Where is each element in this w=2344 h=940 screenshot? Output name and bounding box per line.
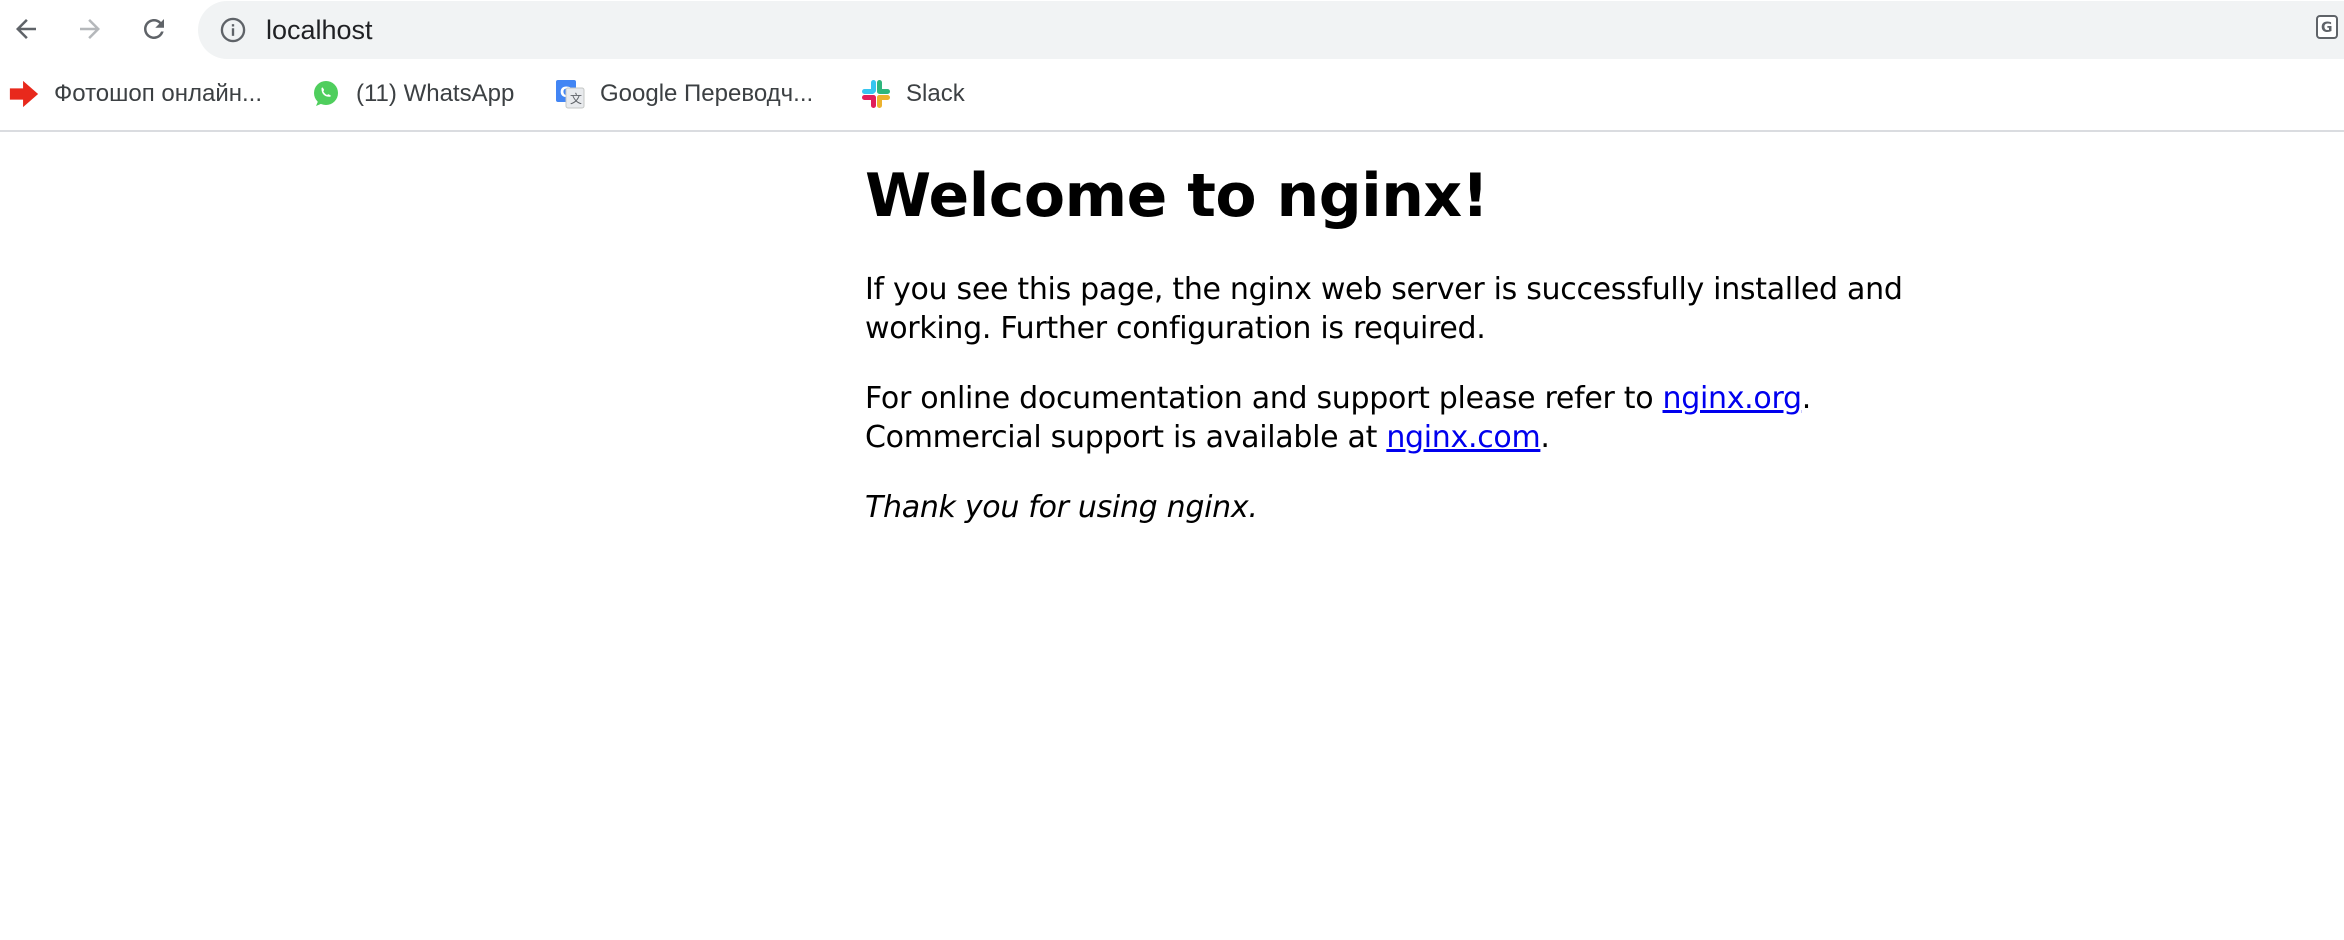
url-text[interactable]: localhost <box>266 13 373 47</box>
reload-icon <box>144 19 164 39</box>
svg-text:文: 文 <box>570 91 582 106</box>
bookmarks-bar: Фотошоп онлайн... (11) WhatsApp G 文 Goog… <box>0 60 2344 132</box>
bookmark-label: (11) WhatsApp <box>356 80 515 107</box>
doc-text: For online documentation and support ple… <box>865 381 1663 416</box>
bookmark-label: Slack <box>906 80 965 107</box>
red-arrow-icon <box>8 78 40 110</box>
browser-toolbar: localhost G <box>0 0 2344 60</box>
address-bar[interactable]: localhost <box>198 1 2344 59</box>
documentation-paragraph: For online documentation and support ple… <box>865 379 1965 457</box>
bookmark-label: Google Переводч... <box>600 80 814 107</box>
arrow-right-icon <box>80 19 100 39</box>
doc-period: . <box>1801 381 1812 416</box>
reload-button[interactable] <box>134 9 174 49</box>
bookmark-label: Фотошоп онлайн... <box>54 80 263 107</box>
translate-extension-icon[interactable]: G <box>2316 14 2344 44</box>
info-icon <box>220 17 246 43</box>
google-translate-icon: G 文 <box>554 78 586 110</box>
whatsapp-icon <box>310 78 342 110</box>
bookmark-google-translate[interactable]: G 文 Google Переводч... <box>554 74 813 114</box>
nginx-org-link[interactable]: nginx.org <box>1663 381 1803 416</box>
nginx-com-link[interactable]: nginx.com <box>1386 420 1540 455</box>
thanks-paragraph: Thank you for using nginx. <box>865 488 1965 527</box>
forward-button[interactable] <box>70 9 110 49</box>
site-info-button[interactable] <box>218 15 248 45</box>
page-content: Welcome to nginx! If you see this page, … <box>865 160 1965 558</box>
page-title: Welcome to nginx! <box>865 161 1489 231</box>
commercial-text: Commercial support is available at <box>865 420 1387 455</box>
thanks-text: Thank you for using nginx. <box>865 490 1258 525</box>
commercial-period: . <box>1540 420 1550 455</box>
bookmark-slack[interactable]: Slack <box>860 74 965 114</box>
back-button[interactable] <box>6 9 46 49</box>
bookmark-whatsapp[interactable]: (11) WhatsApp <box>310 74 514 114</box>
google-translate-icon: G <box>2316 15 2338 39</box>
svg-text:G: G <box>2321 20 2333 36</box>
arrow-left-icon <box>16 19 36 39</box>
intro-paragraph: If you see this page, the nginx web serv… <box>865 272 1903 346</box>
slack-icon <box>860 78 892 110</box>
bookmark-photoshop[interactable]: Фотошоп онлайн... <box>8 74 262 114</box>
